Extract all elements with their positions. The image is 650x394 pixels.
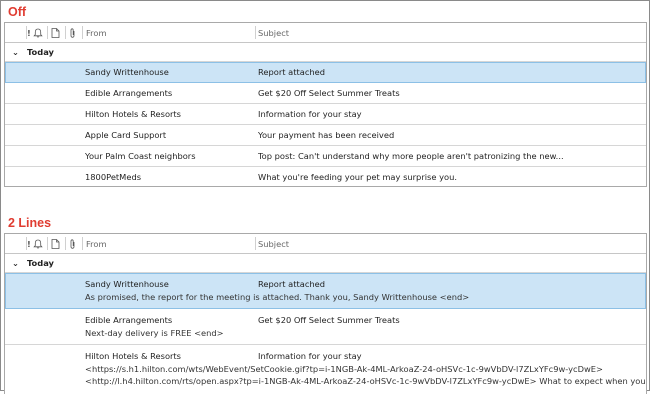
message-row[interactable]: Edible Arrangements Get $20 Off Select S… <box>5 83 646 104</box>
message-subject: Get $20 Off Select Summer Treats <box>258 315 400 325</box>
message-sender: Edible Arrangements <box>85 315 173 325</box>
importance-column-icon[interactable]: ! <box>27 28 31 38</box>
message-subject: Top post: Can't understand why more peop… <box>258 151 564 161</box>
message-preview: <https://s.h1.hilton.com/wts/WebEvent/Se… <box>85 364 603 374</box>
message-subject: Your payment has been received <box>258 130 395 140</box>
message-preview: <http://l.h4.hilton.com/rts/open.aspx?tp… <box>85 376 647 386</box>
message-row[interactable]: Hilton Hotels & Resorts Information for … <box>5 345 646 389</box>
group-label: Today <box>27 258 54 268</box>
column-from[interactable]: From <box>86 28 107 38</box>
message-sender: Sandy Writtenhouse <box>85 279 169 289</box>
group-label: Today <box>27 47 54 57</box>
group-header-today[interactable]: ⌄ Today <box>5 43 646 62</box>
message-row[interactable]: Edible Arrangements Get $20 Off Select S… <box>5 309 646 345</box>
message-sender: Apple Card Support <box>85 130 167 140</box>
message-preview: Next-day delivery is FREE <end> <box>85 328 224 338</box>
paperclip-icon[interactable] <box>68 239 77 249</box>
column-separator <box>255 237 256 250</box>
column-separator <box>65 237 66 250</box>
section-label-off: Off <box>8 5 27 19</box>
message-subject: What you're feeding your pet may surpris… <box>258 172 457 182</box>
document-icon[interactable] <box>51 28 60 38</box>
column-separator <box>82 237 83 250</box>
message-sender: 1800PetMeds <box>85 172 142 182</box>
message-row[interactable]: 1800PetMeds What you're feeding your pet… <box>5 167 646 186</box>
column-header: ! From Subject <box>5 23 646 43</box>
message-sender: Sandy Writtenhouse <box>85 67 169 77</box>
importance-column-icon[interactable]: ! <box>27 239 31 249</box>
message-subject: Report attached <box>258 67 326 77</box>
message-preview: As promised, the report for the meeting … <box>85 292 470 302</box>
chevron-down-icon[interactable]: ⌄ <box>12 47 19 57</box>
column-from[interactable]: From <box>86 239 107 249</box>
message-sender: Your Palm Coast neighbors <box>85 151 196 161</box>
column-separator <box>47 237 48 250</box>
message-list-two-lines[interactable]: ! From Subject ⌄ Today Sandy Writtenhous… <box>4 233 647 394</box>
message-sender: Edible Arrangements <box>85 88 173 98</box>
message-subject: Information for your stay <box>258 109 362 119</box>
paperclip-icon[interactable] <box>68 28 77 38</box>
message-row[interactable]: Your Palm Coast neighbors Top post: Can'… <box>5 146 646 167</box>
bell-icon[interactable] <box>33 239 43 249</box>
column-header: ! From Subject <box>5 234 646 254</box>
message-sender: Hilton Hotels & Resorts <box>85 109 182 119</box>
message-sender: Hilton Hotels & Resorts <box>85 351 182 361</box>
bell-icon[interactable] <box>33 28 43 38</box>
group-header-today[interactable]: ⌄ Today <box>5 254 646 273</box>
column-subject[interactable]: Subject <box>258 28 289 38</box>
section-label-two-lines: 2 Lines <box>8 216 52 230</box>
chevron-down-icon[interactable]: ⌄ <box>12 258 19 268</box>
message-subject: Get $20 Off Select Summer Treats <box>258 88 400 98</box>
column-subject[interactable]: Subject <box>258 239 289 249</box>
message-subject: Report attached <box>258 279 326 289</box>
message-subject: Information for your stay <box>258 351 362 361</box>
column-separator <box>47 26 48 39</box>
column-separator <box>82 26 83 39</box>
column-separator <box>65 26 66 39</box>
message-row[interactable]: Sandy Writtenhouse Report attached <box>5 62 646 83</box>
column-separator <box>255 26 256 39</box>
message-row[interactable]: Sandy Writtenhouse Report attached As pr… <box>5 273 646 309</box>
message-row[interactable]: Apple Card Support Your payment has been… <box>5 125 646 146</box>
message-row[interactable]: Hilton Hotels & Resorts Information for … <box>5 104 646 125</box>
document-icon[interactable] <box>51 239 60 249</box>
message-list-off[interactable]: ! From Subject ⌄ Today Sandy Writtenhous… <box>4 22 647 187</box>
